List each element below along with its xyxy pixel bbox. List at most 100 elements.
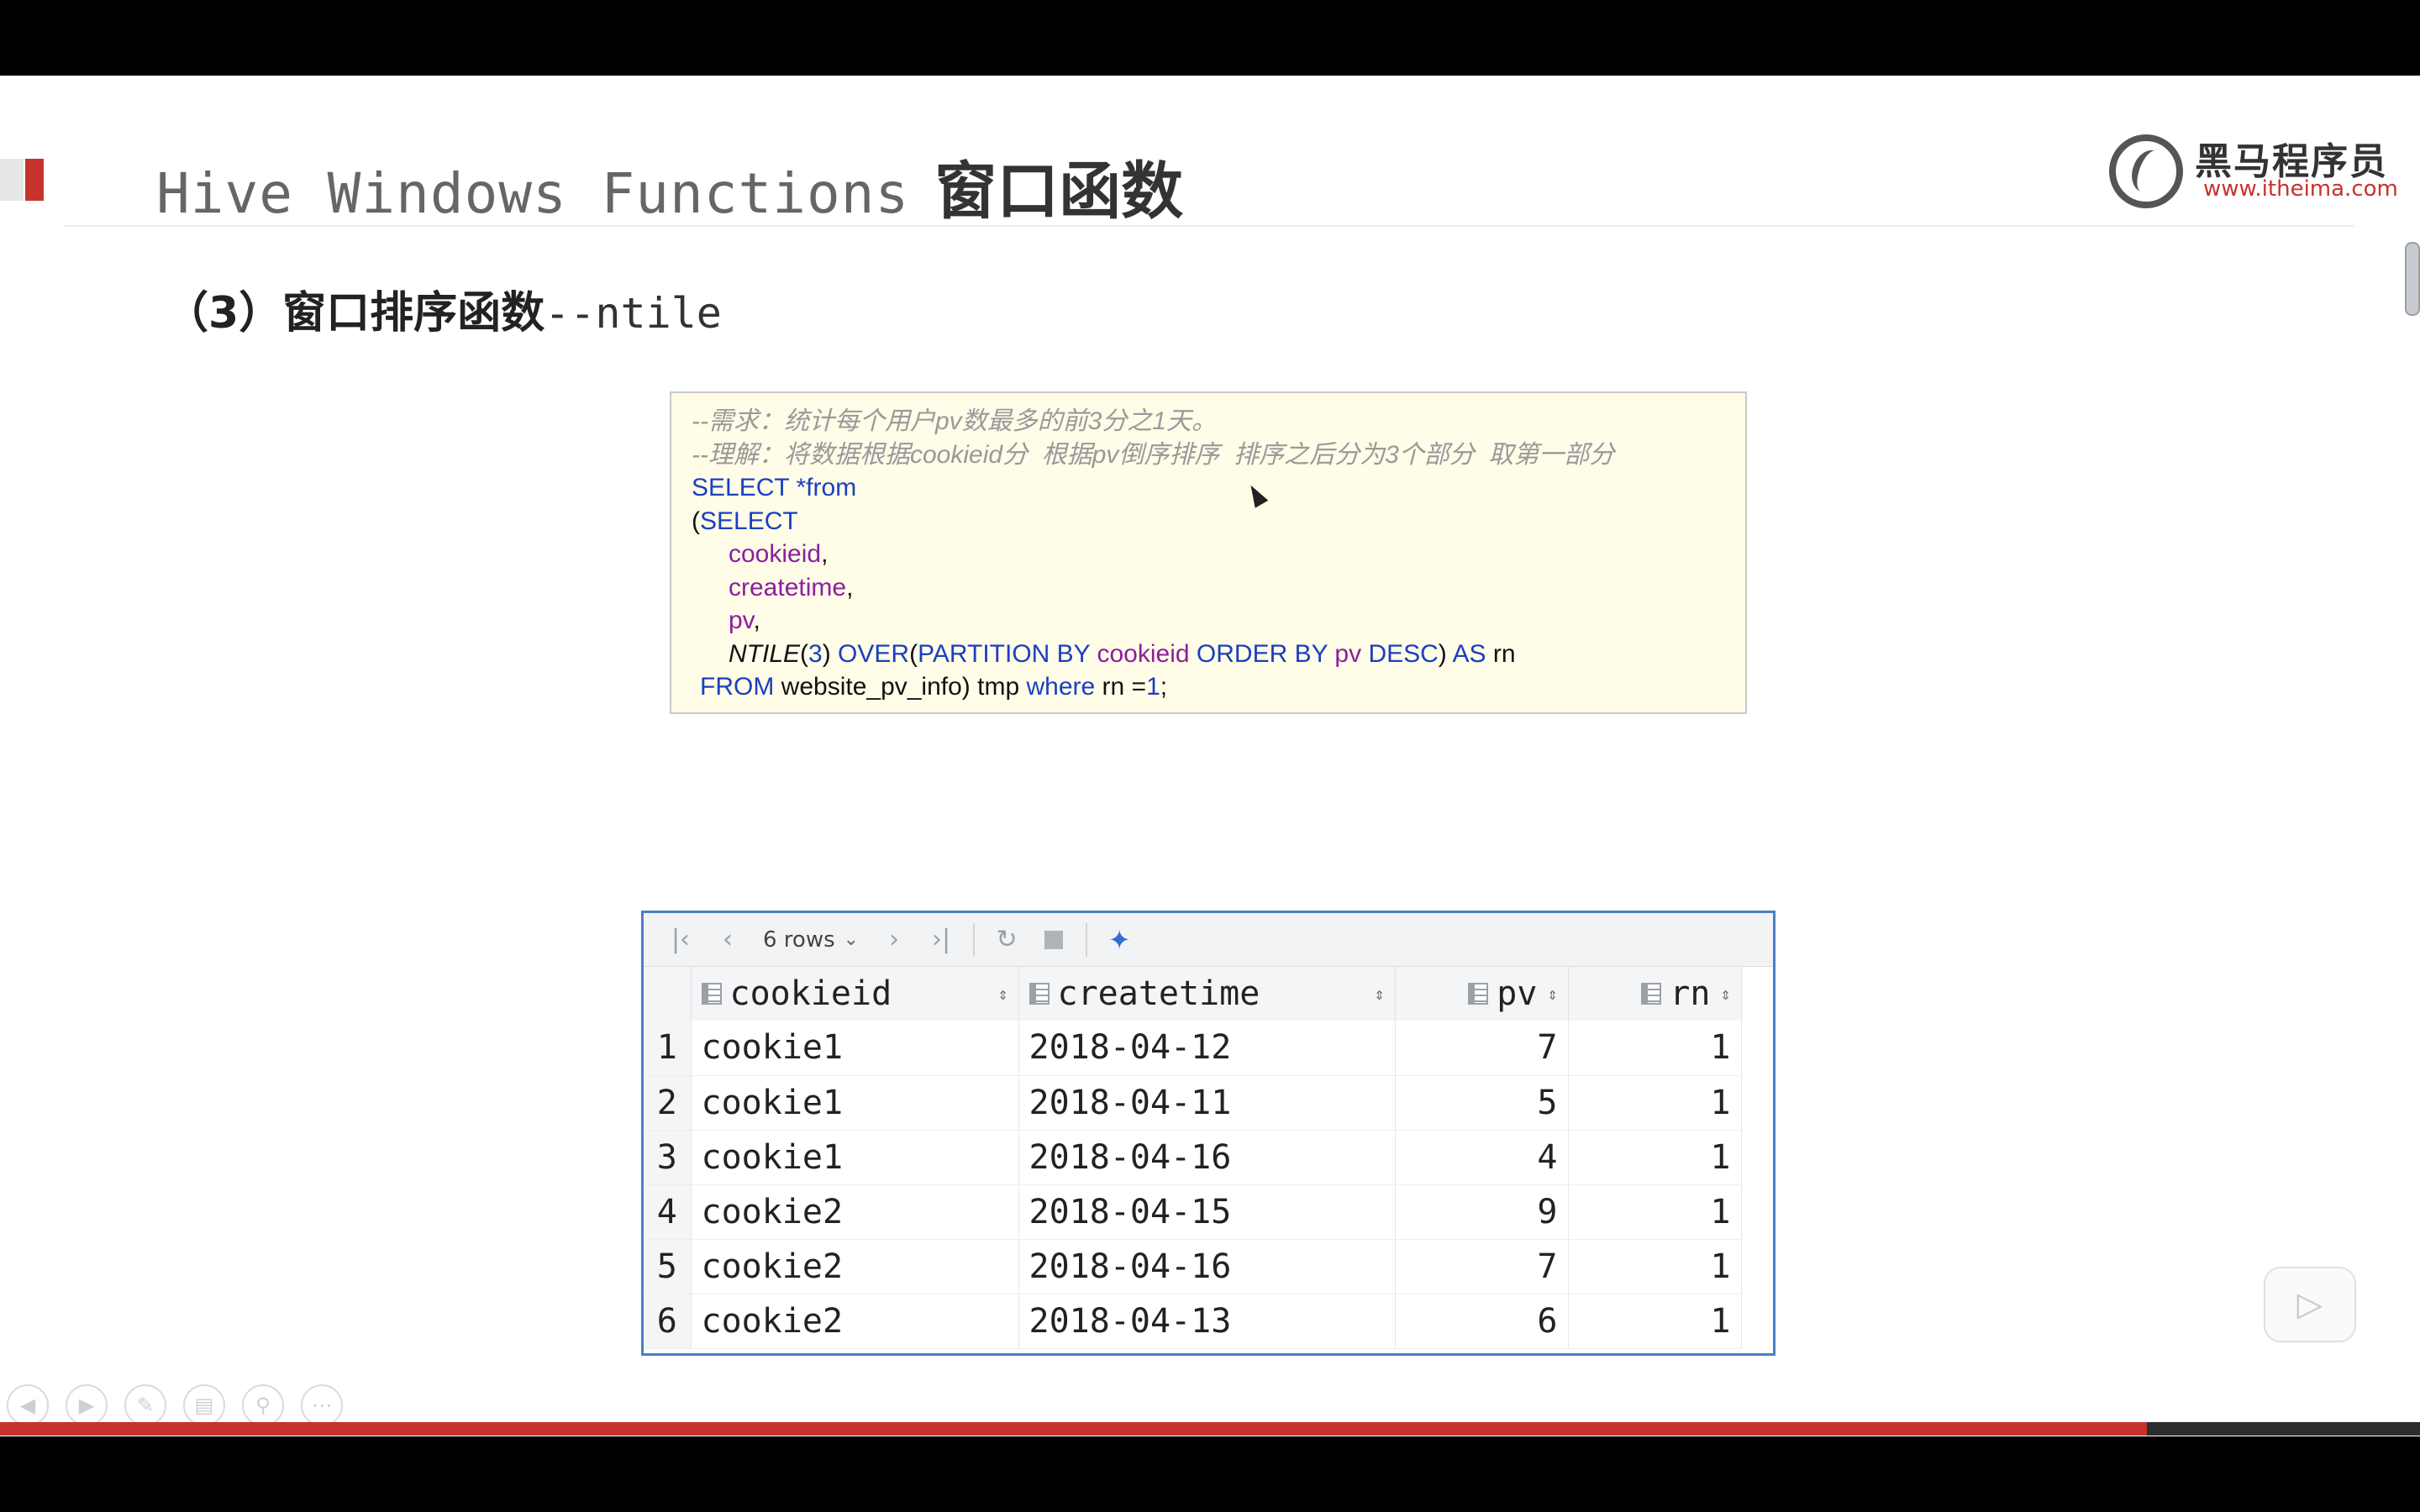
cell-cookieid[interactable]: cookie1 xyxy=(691,1130,1019,1185)
table-row[interactable]: 5 cookie2 2018-04-16 7 1 xyxy=(644,1239,1742,1294)
over-paren: ( xyxy=(909,639,918,668)
table-row[interactable]: 3 cookie1 2018-04-16 4 1 xyxy=(644,1130,1742,1185)
fn-paren-close: ) xyxy=(822,639,839,668)
order-col: pv xyxy=(1334,639,1362,668)
cell-rn[interactable]: 1 xyxy=(1568,1184,1742,1240)
sort-icon[interactable]: ⇕ xyxy=(1547,984,1557,1004)
kw-order-by: ORDER BY xyxy=(1196,639,1328,668)
next-slide-icon[interactable]: ▶ xyxy=(66,1384,108,1426)
comma: , xyxy=(846,573,854,601)
column-icon xyxy=(1468,983,1489,1005)
column-header-cookieid[interactable]: cookieid ⇕ xyxy=(691,967,1019,1021)
code-line-ntile: NTILE(3) OVER(PARTITION BY cookieid ORDE… xyxy=(692,638,1725,671)
prev-page-icon[interactable]: ‹ xyxy=(704,920,751,960)
table-header-row: cookieid ⇕ createtime ⇕ pv ⇕ rn ⇕ xyxy=(644,967,1742,1021)
horse-logo-icon xyxy=(2109,134,2183,208)
cell-createtime[interactable]: 2018-04-15 xyxy=(1018,1184,1396,1240)
result-toolbar: |‹ ‹ 6 rows ⌄ › ›| ↻ ✦ xyxy=(644,913,1773,967)
kw-where: where xyxy=(1026,673,1096,701)
cell-pv[interactable]: 7 xyxy=(1395,1021,1569,1076)
cell-rn[interactable]: 1 xyxy=(1568,1075,1742,1131)
where-cond: rn = xyxy=(1095,673,1147,701)
fn-ntile: NTILE xyxy=(729,639,801,668)
cell-pv[interactable]: 5 xyxy=(1395,1075,1569,1131)
playback-progress-fill xyxy=(0,1422,2147,1436)
col-pv: pv xyxy=(729,606,754,634)
zoom-icon[interactable]: ⚲ xyxy=(242,1384,284,1426)
rows-count-dropdown[interactable]: 6 rows ⌄ xyxy=(751,920,871,960)
playback-progress-track[interactable] xyxy=(0,1422,2420,1436)
table-row[interactable]: 4 cookie2 2018-04-15 9 1 xyxy=(644,1184,1742,1240)
slides-overview-icon[interactable]: ▤ xyxy=(183,1384,225,1426)
sort-icon[interactable]: ⇕ xyxy=(997,984,1007,1004)
col-cookieid: cookieid xyxy=(729,540,822,568)
cell-createtime[interactable]: 2018-04-16 xyxy=(1018,1239,1396,1294)
cell-cookieid[interactable]: cookie2 xyxy=(691,1294,1019,1349)
table-row[interactable]: 1 cookie1 2018-04-12 7 1 xyxy=(644,1021,1742,1076)
kw-over: OVER xyxy=(838,639,910,668)
pin-tab-icon[interactable]: ✦ xyxy=(1096,920,1143,960)
sort-icon[interactable]: ⇕ xyxy=(1720,984,1730,1004)
row-index: 4 xyxy=(644,1184,692,1240)
table-row[interactable]: 2 cookie1 2018-04-11 5 1 xyxy=(644,1075,1742,1131)
fn-paren: ( xyxy=(800,639,809,668)
last-page-icon[interactable]: ›| xyxy=(918,920,965,960)
cell-createtime[interactable]: 2018-04-12 xyxy=(1018,1021,1396,1076)
pen-icon[interactable]: ✎ xyxy=(124,1384,166,1426)
kw-from-star: *from xyxy=(789,474,857,501)
kw-select: SELECT xyxy=(692,474,790,501)
cell-pv[interactable]: 4 xyxy=(1395,1130,1569,1185)
kw-as: AS xyxy=(1452,639,1486,668)
partition-col: cookieid xyxy=(1097,639,1190,668)
slide: Hive Windows Functions 窗口函数 黑马程序员 www.it… xyxy=(0,76,2420,1436)
row-index: 3 xyxy=(644,1130,692,1185)
cell-rn[interactable]: 1 xyxy=(1568,1021,1742,1076)
brand-logo: 黑马程序员 www.itheima.com xyxy=(2109,131,2398,215)
previous-slide-icon[interactable]: ◀ xyxy=(7,1384,49,1426)
column-header-createtime[interactable]: createtime ⇕ xyxy=(1018,967,1396,1021)
refresh-icon[interactable]: ↻ xyxy=(983,920,1030,960)
code-line-from: FROM website_pv_info) tmp where rn =1; xyxy=(692,670,1725,704)
first-page-icon[interactable]: |‹ xyxy=(657,920,704,960)
cell-pv[interactable]: 9 xyxy=(1395,1184,1569,1240)
slide-title: Hive Windows Functions 窗口函数 xyxy=(156,141,1183,228)
next-page-icon[interactable]: › xyxy=(871,920,918,960)
more-options-icon[interactable]: ⋯ xyxy=(301,1384,343,1426)
play-icon: ▷ xyxy=(2296,1285,2323,1324)
row-index-header xyxy=(644,967,692,1021)
cell-rn[interactable]: 1 xyxy=(1568,1294,1742,1349)
column-header-label: pv xyxy=(1497,974,1538,1013)
cell-cookieid[interactable]: cookie1 xyxy=(691,1021,1019,1076)
title-accent-light xyxy=(0,159,24,201)
from-table: website_pv_info) tmp xyxy=(774,673,1027,701)
sort-icon[interactable]: ⇕ xyxy=(1374,984,1384,1004)
play-button[interactable]: ▷ xyxy=(2264,1267,2356,1342)
subtitle-cn: （3）窗口排序函数 xyxy=(165,288,545,339)
alias-rn: rn xyxy=(1486,639,1516,668)
column-icon xyxy=(1028,983,1050,1005)
cell-rn[interactable]: 1 xyxy=(1568,1130,1742,1185)
side-scroll-handle[interactable] xyxy=(2405,242,2420,316)
cell-cookieid[interactable]: cookie2 xyxy=(691,1184,1019,1240)
stop-icon[interactable] xyxy=(1030,920,1077,960)
cell-createtime[interactable]: 2018-04-11 xyxy=(1018,1075,1396,1131)
row-index: 1 xyxy=(644,1021,692,1076)
video-bottom-bar xyxy=(0,1436,2420,1512)
cell-createtime[interactable]: 2018-04-16 xyxy=(1018,1130,1396,1185)
semicolon: ; xyxy=(1160,673,1168,701)
table-row[interactable]: 6 cookie2 2018-04-13 6 1 xyxy=(644,1294,1742,1349)
cell-pv[interactable]: 6 xyxy=(1395,1294,1569,1349)
cell-cookieid[interactable]: cookie2 xyxy=(691,1239,1019,1294)
row-index: 2 xyxy=(644,1075,692,1131)
toolbar-separator xyxy=(973,922,976,957)
column-header-pv[interactable]: pv ⇕ xyxy=(1395,967,1569,1021)
column-header-rn[interactable]: rn ⇕ xyxy=(1568,967,1742,1021)
title-accent-bar xyxy=(25,159,44,201)
code-line-subselect: (SELECT xyxy=(692,505,1725,538)
cell-cookieid[interactable]: cookie1 xyxy=(691,1075,1019,1131)
cell-createtime[interactable]: 2018-04-13 xyxy=(1018,1294,1396,1349)
column-icon xyxy=(701,983,722,1005)
cell-rn[interactable]: 1 xyxy=(1568,1239,1742,1294)
cell-pv[interactable]: 7 xyxy=(1395,1239,1569,1294)
code-line-col1: cookieid, xyxy=(692,538,1725,571)
